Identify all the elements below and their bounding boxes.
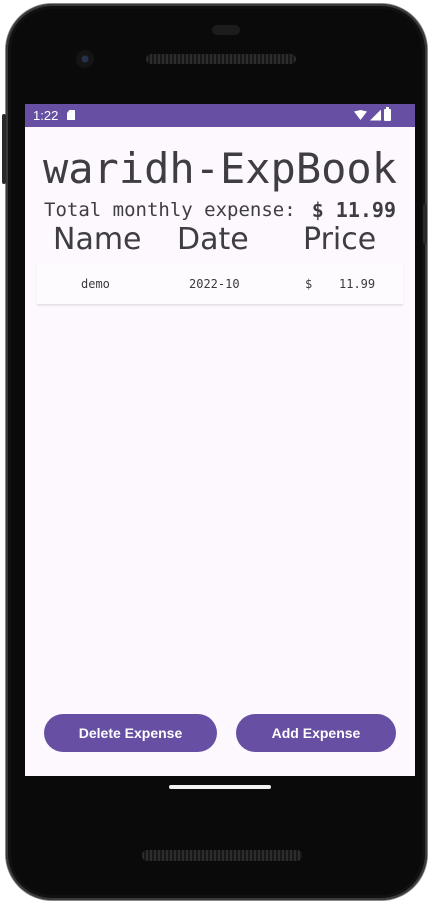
app-screen: 1:22 waridh-ExpBook Total monthly expens… xyxy=(25,104,415,776)
expense-date: 2022-10 xyxy=(189,277,240,291)
header-name: Name xyxy=(53,222,142,257)
status-bar: 1:22 xyxy=(25,104,415,127)
total-label: Total monthly expense: xyxy=(44,199,296,221)
add-expense-button[interactable]: Add Expense xyxy=(236,714,396,752)
gesture-nav-handle[interactable] xyxy=(169,785,271,789)
signal-icon xyxy=(370,109,381,121)
app-title: waridh-ExpBook xyxy=(42,144,397,193)
expense-amount: 11.99 xyxy=(339,277,376,291)
bottom-speaker xyxy=(142,850,302,861)
sd-card-icon xyxy=(67,110,75,120)
monthly-total: Total monthly expense: $ 11.99 xyxy=(44,198,404,222)
expense-name: demo xyxy=(81,277,110,291)
front-camera-icon xyxy=(76,50,94,68)
earpiece-speaker xyxy=(146,54,296,64)
power-button xyxy=(2,114,6,184)
sensor-notch xyxy=(212,25,240,35)
status-time: 1:22 xyxy=(33,108,59,123)
total-value: $ 11.99 xyxy=(311,198,396,222)
header-date: Date xyxy=(177,222,249,257)
expense-list: demo 2022-10 $ 11.99 xyxy=(37,264,403,305)
volume-button xyxy=(423,204,427,244)
expense-row[interactable]: demo 2022-10 $ 11.99 xyxy=(37,264,403,305)
wifi-icon xyxy=(354,110,367,120)
status-indicators xyxy=(354,107,391,121)
delete-expense-button[interactable]: Delete Expense xyxy=(44,714,217,752)
battery-icon xyxy=(384,107,391,121)
header-price: Price xyxy=(303,222,377,257)
column-headers: Name Date Price xyxy=(25,222,415,262)
expense-currency: $ xyxy=(305,277,313,291)
